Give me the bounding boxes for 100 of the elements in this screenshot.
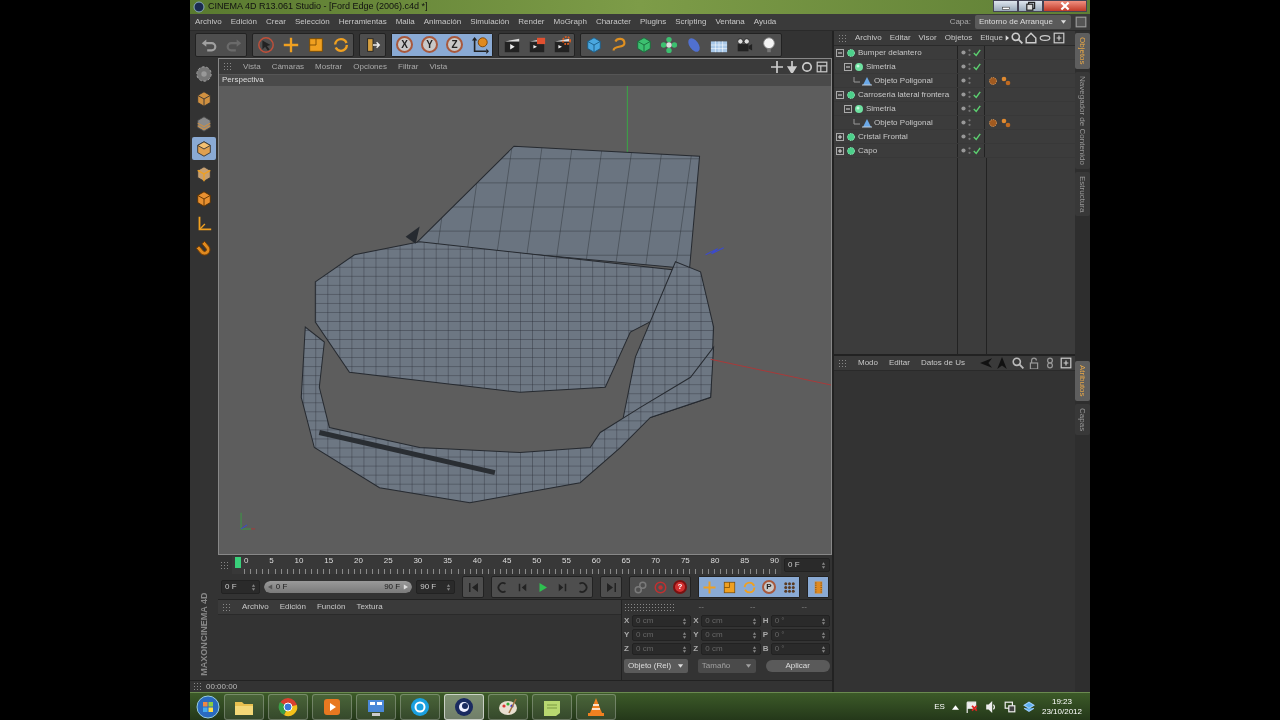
- menu-item[interactable]: Cámaras: [271, 61, 305, 72]
- taskbar-app-button[interactable]: [444, 693, 484, 720]
- axis-lock-button[interactable]: Z: [442, 33, 467, 56]
- menu-item[interactable]: Character: [595, 17, 631, 27]
- checkmark-icon[interactable]: [973, 104, 981, 113]
- spinner-icon[interactable]: [250, 582, 256, 592]
- visibility-dot-icon[interactable]: [961, 64, 966, 69]
- taskbar-app-button[interactable]: [224, 693, 264, 720]
- menu-item[interactable]: Edición: [279, 602, 306, 612]
- menu-item[interactable]: Visor: [918, 33, 937, 43]
- layout-icon[interactable]: [816, 60, 828, 73]
- visibility-dot-icon[interactable]: [961, 134, 966, 139]
- collapse-icon[interactable]: [844, 62, 852, 71]
- render-dots-icon[interactable]: [968, 104, 971, 113]
- checkmark-icon[interactable]: [973, 90, 981, 99]
- dot-grid-button[interactable]: [779, 577, 799, 597]
- taskbar-app-button[interactable]: [576, 693, 616, 720]
- end-frame-field[interactable]: 90 F: [416, 580, 455, 594]
- spinner-icon[interactable]: [821, 616, 826, 626]
- menu-item[interactable]: Textura: [356, 602, 383, 612]
- menu-item[interactable]: Mostrar: [315, 61, 343, 72]
- range-slider[interactable]: 0 F 90 F: [263, 581, 413, 593]
- visibility-dot-icon[interactable]: [961, 120, 966, 125]
- search-icon[interactable]: [1010, 32, 1023, 44]
- layer-icon[interactable]: [1075, 16, 1087, 28]
- flag-icon[interactable]: [965, 700, 978, 713]
- expand-icon[interactable]: [836, 132, 844, 141]
- spinner-icon[interactable]: [751, 616, 757, 626]
- taskbar-app-button[interactable]: [488, 693, 528, 720]
- render-dots-icon[interactable]: [968, 48, 971, 57]
- grip-handle[interactable]: [193, 682, 202, 691]
- menu-item[interactable]: Selección: [294, 17, 330, 27]
- spinner-icon[interactable]: [751, 630, 757, 640]
- object-name[interactable]: Objeto Poligonal: [874, 75, 933, 86]
- minimize-button[interactable]: [993, 0, 1018, 12]
- maximize-button[interactable]: [1018, 0, 1043, 12]
- menu-item[interactable]: Archivo: [855, 33, 882, 43]
- menu-item[interactable]: Función: [316, 602, 346, 612]
- grip-handle[interactable]: [624, 602, 676, 612]
- menu-item[interactable]: Etique: [980, 33, 1003, 43]
- menu-item[interactable]: Filtrar: [398, 61, 419, 72]
- side-tab[interactable]: Navegador de Contenido: [1075, 71, 1090, 169]
- expand-icon[interactable]: [836, 146, 844, 155]
- spinner-icon[interactable]: [682, 630, 688, 640]
- spinner-icon[interactable]: [821, 644, 826, 654]
- move-view-icon[interactable]: [771, 60, 783, 73]
- parameter-key-button[interactable]: P: [759, 577, 779, 597]
- taskbar-app-button[interactable]: [532, 693, 572, 720]
- axis-lock-button[interactable]: Y: [417, 33, 442, 56]
- menu-item[interactable]: Modo: [858, 358, 878, 368]
- mode-dropdown[interactable]: Objeto (Rel): [624, 659, 689, 673]
- menu-item[interactable]: Ventana: [715, 17, 745, 27]
- phong-tag-icon[interactable]: [1001, 117, 1011, 128]
- spinner-icon[interactable]: [682, 616, 688, 626]
- menu-item[interactable]: Simulación: [470, 17, 510, 27]
- phong-tag-icon[interactable]: [1001, 75, 1011, 86]
- rotate-view-icon[interactable]: [801, 60, 813, 73]
- auto-key-button[interactable]: ?: [670, 577, 690, 597]
- object-name[interactable]: Carroseria lateral frontera: [858, 89, 950, 100]
- object-name[interactable]: Objeto Poligonal: [874, 117, 933, 128]
- render-dots-icon[interactable]: [968, 90, 971, 99]
- menu-item[interactable]: Plugins: [640, 17, 667, 27]
- texture-tag-icon[interactable]: [988, 117, 998, 128]
- visibility-dot-icon[interactable]: [961, 78, 966, 83]
- menu-item[interactable]: Archivo: [242, 602, 269, 612]
- taskbar-app-button[interactable]: [356, 693, 396, 720]
- start-frame-field[interactable]: 0 F: [221, 580, 260, 594]
- menu-item[interactable]: Opciones: [353, 61, 387, 72]
- start-button[interactable]: [196, 694, 220, 719]
- object-name[interactable]: Cristal Frontal: [858, 131, 908, 142]
- checkmark-icon[interactable]: [973, 48, 981, 57]
- spinner-icon[interactable]: [751, 644, 757, 654]
- collapse-icon[interactable]: [836, 90, 844, 99]
- visibility-dot-icon[interactable]: [961, 106, 966, 111]
- object-name[interactable]: Simetría: [866, 103, 896, 114]
- menu-item[interactable]: Malla: [395, 17, 415, 27]
- menu-item[interactable]: Objetos: [944, 33, 973, 43]
- collapse-icon[interactable]: [844, 104, 852, 113]
- lock-icon[interactable]: [1028, 357, 1040, 369]
- render-dots-icon[interactable]: [968, 76, 971, 85]
- render-dots-icon[interactable]: [968, 62, 971, 71]
- menu-item[interactable]: Editar: [889, 33, 911, 43]
- menu-item[interactable]: Vista: [429, 61, 448, 72]
- checkmark-icon[interactable]: [973, 146, 981, 155]
- world-axis-button[interactable]: [467, 33, 492, 56]
- checkmark-icon[interactable]: [973, 132, 981, 141]
- object-name[interactable]: Simetría: [866, 61, 896, 72]
- render-dots-icon[interactable]: [968, 132, 971, 141]
- spinner-icon[interactable]: [682, 644, 688, 654]
- close-button[interactable]: [1043, 0, 1087, 12]
- taskbar-app-button[interactable]: [400, 693, 440, 720]
- side-tab[interactable]: Capas: [1075, 403, 1090, 435]
- cube-mode-button[interactable]: [192, 137, 216, 160]
- new-panel-icon[interactable]: [1060, 357, 1072, 369]
- taskbar-app-button[interactable]: [268, 693, 308, 720]
- frame-field[interactable]: 0 F: [784, 558, 830, 572]
- language-indicator[interactable]: ES: [934, 701, 945, 712]
- clock[interactable]: 19:23 23/10/2012: [1041, 696, 1082, 717]
- search-icon[interactable]: [1012, 357, 1024, 369]
- spinner-icon[interactable]: [821, 630, 826, 640]
